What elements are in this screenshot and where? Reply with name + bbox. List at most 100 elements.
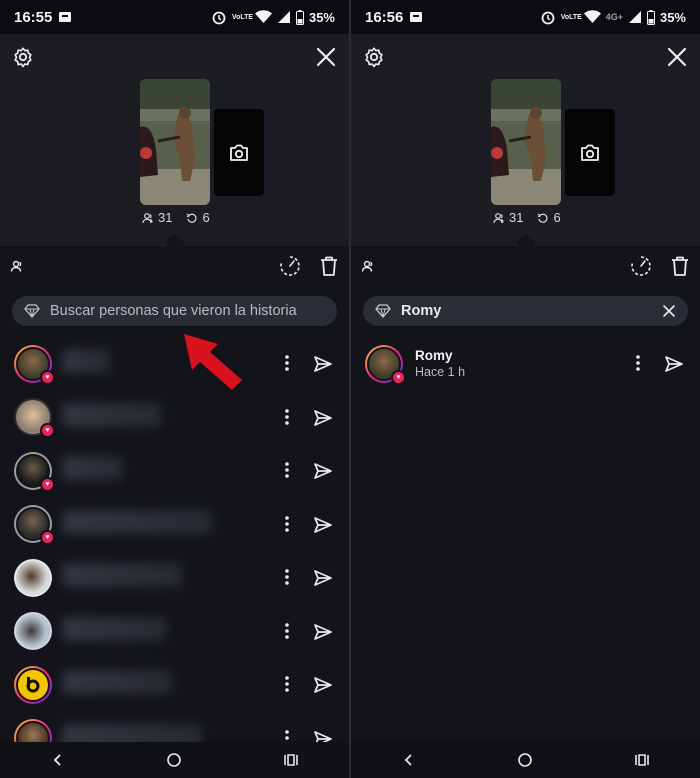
alarm-icon [212,11,226,25]
camera-icon [581,144,599,161]
signal-icon [277,11,290,23]
battery-icon [295,9,304,25]
avatar[interactable]: ♥ [14,451,55,492]
list-item[interactable]: ♥ [0,444,349,498]
result-text: Romy Hace 1 h [415,348,465,379]
story-thumbnail[interactable] [491,79,561,205]
viewers-toolbar [351,246,700,286]
blurred-username [62,456,122,480]
viewers-icon[interactable] [361,259,375,273]
annotation-arrow [184,334,242,390]
result-username: Romy [415,348,453,364]
replay-icon [187,213,197,223]
more-icon[interactable] [283,460,291,480]
blurred-username [62,616,167,641]
signal-icon [628,11,641,23]
notification-icon [59,12,72,22]
views-count: 31 [158,210,173,225]
screen-before-search: 16:55 VoLTE 35% 31 6 Buscar personas que… [0,0,349,778]
blurred-username [62,670,172,694]
home-nav-icon[interactable] [517,752,533,768]
replays-count: 6 [202,210,210,225]
send-icon[interactable] [313,515,333,535]
status-time: 16:56 [365,8,404,26]
network-type: 4G+ [605,12,623,22]
more-icon[interactable] [283,621,291,641]
send-icon[interactable] [313,408,333,428]
alarm-icon [541,11,555,25]
home-nav-icon[interactable] [166,752,182,768]
more-icon[interactable] [283,407,291,427]
result-time: Hace 1 h [415,365,466,380]
back-nav-icon[interactable] [402,753,416,767]
camera-icon [230,144,248,161]
story-stats: 31 6 [142,210,210,225]
notification-icon [410,12,423,22]
status-icons: VoLTE 4G+ 35% [540,9,686,25]
avatar[interactable]: ♥ [14,505,55,546]
list-item[interactable] [0,551,349,605]
trash-icon[interactable] [670,255,690,277]
add-story-camera-tile[interactable] [565,109,615,196]
more-icon[interactable] [283,567,291,587]
volte-label: VoLTE [231,13,254,21]
search-results-list: ♥ Romy Hace 1 h [351,337,700,391]
insights-icon[interactable] [630,255,652,277]
views-count: 31 [509,210,524,225]
more-icon[interactable] [283,514,291,534]
gear-icon[interactable] [363,46,385,68]
heart-icon: ♥ [40,530,55,546]
blurred-username [62,509,212,534]
close-icon[interactable] [315,46,337,68]
heart-icon: ♥ [40,369,55,385]
screen-after-search: 16:56 VoLTE 4G+ 35% 31 6 Romy ♥ Romy Hac… [351,0,700,778]
avatar[interactable]: ♥ [14,398,55,439]
battery-percent: 35% [308,9,335,25]
wifi-icon [254,10,272,23]
insights-icon[interactable] [279,255,301,277]
avatar[interactable]: ♥ [365,344,406,385]
viewers-icon[interactable] [10,259,24,273]
blurred-username [62,349,110,373]
viewer-search-input[interactable] [50,303,325,319]
more-icon[interactable] [283,353,291,373]
more-icon[interactable] [283,674,291,694]
list-item[interactable] [0,658,349,712]
story-preview-area: 31 6 [0,34,349,253]
status-bar: 16:56 VoLTE 4G+ 35% [351,0,700,34]
close-icon[interactable] [666,46,688,68]
story-stats: 31 6 [493,210,561,225]
add-story-camera-tile[interactable] [214,109,264,196]
list-item[interactable]: ♥ [0,498,349,552]
recents-nav-icon[interactable] [283,753,299,767]
trash-icon[interactable] [319,255,339,277]
heart-icon: ♥ [40,476,55,492]
more-icon[interactable] [634,353,642,373]
back-nav-icon[interactable] [51,753,65,767]
avatar[interactable] [14,665,52,704]
gear-icon[interactable] [12,46,34,68]
replay-icon [538,213,548,223]
search-diamond-icon [24,304,40,318]
blurred-username [62,563,182,587]
list-item[interactable]: ♥ [0,391,349,445]
clear-search-icon[interactable] [662,304,676,318]
story-thumbnail[interactable] [140,79,210,205]
avatar[interactable] [14,612,52,651]
battery-percent: 35% [659,9,686,25]
send-icon[interactable] [313,622,333,642]
list-item[interactable] [0,605,349,659]
send-icon[interactable] [664,354,684,374]
list-item[interactable]: ♥ Romy Hace 1 h [351,337,700,391]
send-icon[interactable] [313,568,333,588]
avatar[interactable] [14,558,52,597]
viewer-search-bar[interactable] [363,296,688,326]
brand-logo-icon [26,676,40,693]
recents-nav-icon[interactable] [634,753,650,767]
send-icon[interactable] [313,675,333,695]
avatar[interactable]: ♥ [14,344,55,385]
send-icon[interactable] [313,461,333,481]
viewer-search-input[interactable] [401,303,652,319]
send-icon[interactable] [313,354,333,374]
viewers-toolbar [0,246,349,286]
